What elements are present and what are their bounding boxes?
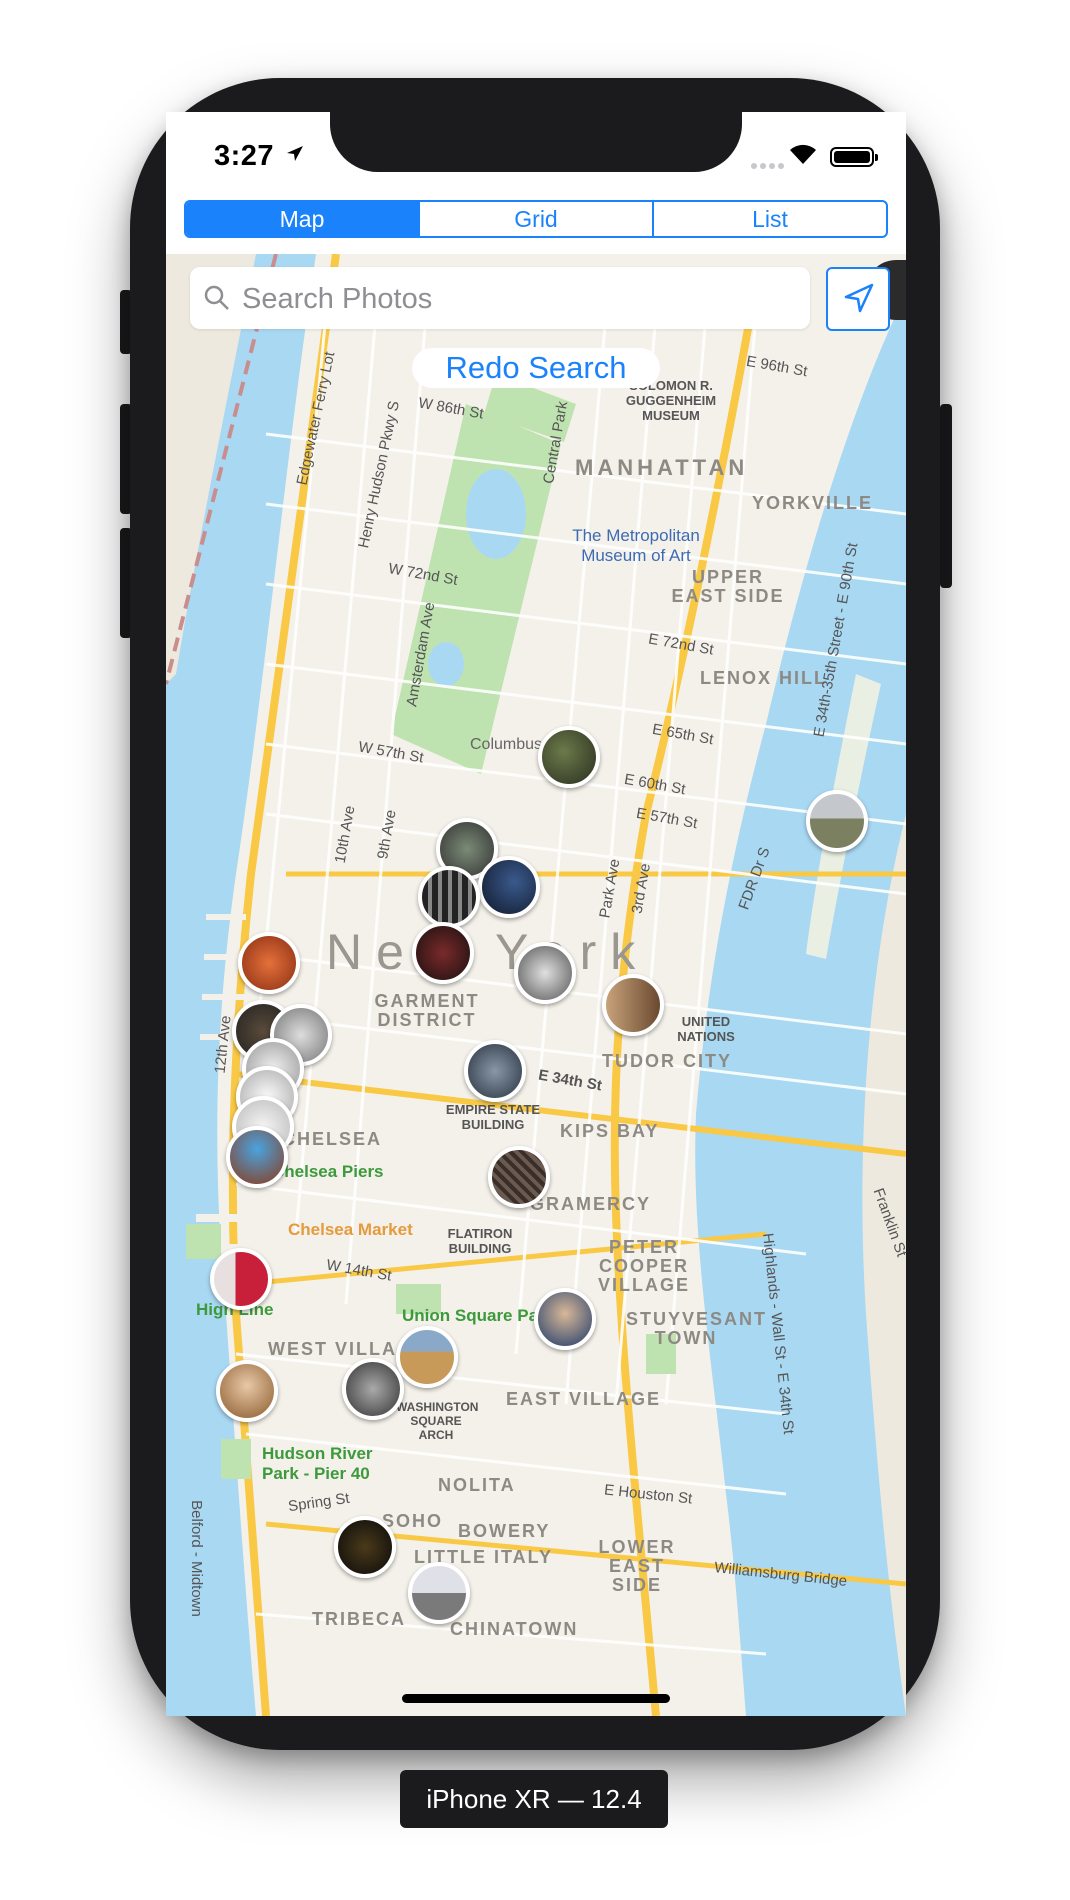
map-area-label: STUYVESANT TOWN — [626, 1309, 768, 1348]
tab-map[interactable]: Map — [186, 202, 418, 236]
map-area-label: BOWERY — [458, 1521, 551, 1541]
search-icon — [204, 285, 229, 310]
photo-marker[interactable] — [418, 866, 480, 928]
search-bar — [190, 267, 810, 329]
current-location-button[interactable] — [826, 267, 890, 331]
landmark-united-nations: UNITED NATIONS — [677, 1014, 735, 1044]
park-chelsea-piers: Chelsea Piers — [272, 1162, 384, 1181]
photo-marker[interactable] — [538, 726, 600, 788]
map-area-label: GARMENT DISTRICT — [374, 991, 480, 1030]
view-mode-bar: Map Grid List — [166, 192, 906, 254]
map-area-label: GRAMERCY — [530, 1194, 652, 1214]
map-area-label: TRIBECA — [312, 1609, 406, 1629]
power-button — [940, 404, 952, 588]
map-area-label: SOHO — [382, 1511, 444, 1531]
city-label: New York — [326, 924, 650, 980]
location-services-icon — [287, 146, 303, 161]
street-label: Belford - Midtown — [187, 1500, 205, 1617]
cellular-signal-icon — [751, 156, 787, 174]
landmark-washington-sq: WASHINGTON SQUARE ARCH — [396, 1400, 479, 1442]
park-union-square: Union Square Park — [402, 1306, 555, 1325]
wifi-icon — [790, 144, 816, 164]
tab-grid[interactable]: Grid — [418, 202, 652, 236]
map-area-label: MANHATTAN — [575, 455, 749, 480]
photo-marker[interactable] — [478, 856, 540, 918]
map-area-label: YORKVILLE — [752, 493, 874, 513]
photo-marker[interactable] — [226, 1126, 288, 1188]
photo-marker[interactable] — [534, 1288, 596, 1350]
simulator-window: MANHATTAN YORKVILLE UPPER EAST SIDE LENO… — [0, 0, 1070, 1900]
map-area-label: LENOX HILL — [700, 668, 827, 688]
map-area-label: TUDOR CITY — [602, 1051, 732, 1071]
map-area-label: CHINATOWN — [450, 1619, 579, 1639]
photo-marker[interactable] — [342, 1358, 404, 1420]
landmark-flatiron: FLATIRON BUILDING — [447, 1226, 513, 1256]
photo-marker[interactable] — [464, 1040, 526, 1102]
map-area-label: EAST VILLAGE — [506, 1389, 662, 1409]
home-indicator[interactable] — [402, 1694, 670, 1703]
photo-marker[interactable] — [210, 1248, 272, 1310]
photo-marker[interactable] — [806, 790, 868, 852]
photo-marker[interactable] — [396, 1326, 458, 1388]
device-label: iPhone XR — 12.4 — [400, 1770, 668, 1828]
photo-marker[interactable] — [238, 932, 300, 994]
photo-marker[interactable] — [602, 974, 664, 1036]
photo-marker[interactable] — [216, 1360, 278, 1422]
redo-search-button[interactable]: Redo Search — [412, 348, 660, 388]
map-area-label: NOLITA — [438, 1475, 516, 1495]
map-area-label: KIPS BAY — [560, 1121, 660, 1141]
landmark-empire-state: EMPIRE STATE BUILDING — [445, 1102, 541, 1132]
battery-icon — [830, 147, 878, 167]
park-pier-40: Hudson River Park - Pier 40 — [262, 1444, 373, 1483]
photo-marker[interactable] — [408, 1562, 470, 1624]
photo-marker[interactable] — [514, 942, 576, 1004]
map-area-label: PETER COOPER VILLAGE — [597, 1237, 690, 1295]
photo-marker[interactable] — [488, 1146, 550, 1208]
map-area-label: CHELSEA — [282, 1129, 383, 1149]
location-arrow-icon — [844, 283, 874, 313]
map-area-label: LOWER EAST SIDE — [598, 1537, 676, 1595]
photo-marker[interactable] — [334, 1516, 396, 1578]
landmark-met-museum: The Metropolitan Museum of Art — [572, 526, 700, 565]
tab-list[interactable]: List — [652, 202, 886, 236]
map-area-label: UPPER EAST SIDE — [671, 567, 785, 606]
status-time: 3:27 — [214, 140, 275, 172]
photo-marker[interactable] — [412, 922, 474, 984]
poi-chelsea-market: Chelsea Market — [288, 1220, 413, 1239]
view-mode-segmented-control: Map Grid List — [184, 200, 888, 238]
search-input[interactable] — [240, 275, 784, 323]
phone-notch — [330, 108, 742, 172]
